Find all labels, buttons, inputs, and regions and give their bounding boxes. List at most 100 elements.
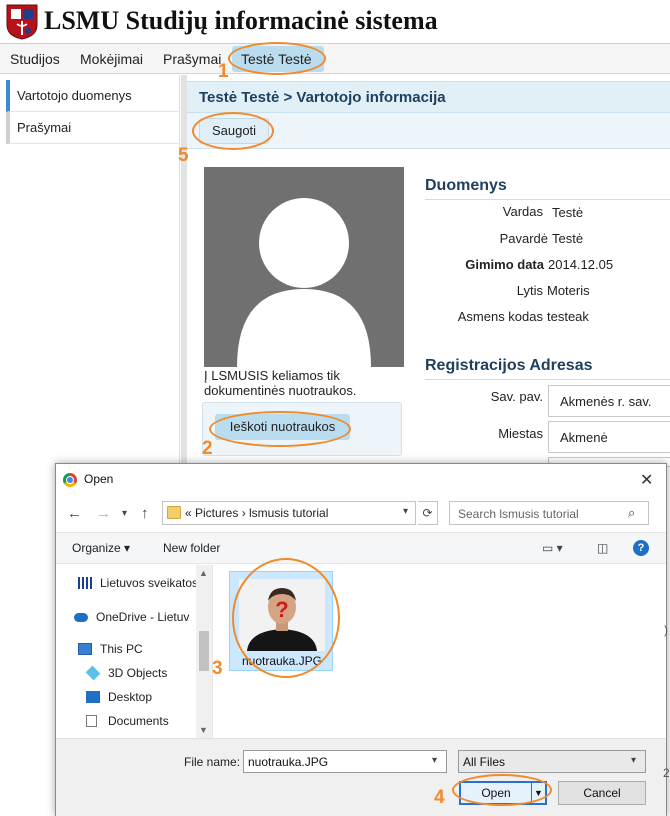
field-label-sav-pav: Sav. pav. xyxy=(490,389,543,404)
nav-label: Lietuvos sveikatos xyxy=(100,576,199,590)
page: LSMU Studijų informacinė sistema Studijo… xyxy=(0,0,670,816)
chevron-down-icon[interactable]: ▾ xyxy=(631,755,636,766)
sidebar-item-user-data[interactable]: Vartotojo duomenys xyxy=(6,80,180,112)
forward-arrow-icon[interactable]: → xyxy=(96,505,111,522)
nav-label: Desktop xyxy=(108,690,153,704)
help-icon[interactable]: ? xyxy=(633,540,649,556)
section-divider xyxy=(425,379,670,380)
browse-photo-button[interactable]: Ieškoti nuotraukos xyxy=(215,414,350,440)
field-label-gimimo-data: Gimimo data xyxy=(465,257,544,272)
filename-label: File name: xyxy=(184,755,241,769)
open-label: Open xyxy=(481,786,511,800)
sidebar-item-requests[interactable]: Prašymai xyxy=(6,112,180,144)
data-section-title: Duomenys xyxy=(425,177,507,194)
search-input[interactable]: Search lsmusis tutorial ⌕ xyxy=(449,501,649,525)
field-label-lytis: Lytis xyxy=(516,283,543,298)
field-value-pavarde: Testė xyxy=(552,231,584,246)
background-text-fragment: ) xyxy=(664,623,668,637)
breadcrumb-bar: Testė Testė > Vartotojo informacija xyxy=(187,81,670,113)
document-icon xyxy=(86,715,97,727)
file-type-select[interactable]: All Files ▾ xyxy=(458,750,646,773)
address-bar[interactable]: « Pictures › lsmusis tutorial ▾ xyxy=(162,501,416,525)
file-name: nuotrauka.JPG xyxy=(241,654,323,668)
scroll-thumb[interactable] xyxy=(199,631,209,671)
photo-note: Į LSMUSIS keliamos tik dokumentinės nuot… xyxy=(204,368,357,398)
nav-item-prasymai[interactable]: Prašymai xyxy=(163,51,221,67)
view-options-icon[interactable]: ▭ ▾ xyxy=(542,541,563,555)
scroll-down-icon[interactable]: ▼ xyxy=(199,725,208,735)
close-icon[interactable]: ✕ xyxy=(640,470,653,490)
dialog-titlebar: Open ✕ xyxy=(56,464,666,496)
sav-pav-field[interactable]: Akmenės r. sav. xyxy=(548,385,670,417)
section-divider xyxy=(425,199,670,200)
nav-label: 3D Objects xyxy=(108,666,168,680)
up-arrow-icon[interactable]: ↑ xyxy=(141,505,149,522)
back-arrow-icon[interactable]: ← xyxy=(67,505,82,522)
field-value-asmens-kodas: testeak xyxy=(547,309,589,324)
site-title: LSMU Studijų informacinė sistema xyxy=(44,6,438,35)
lsmu-logo-icon xyxy=(6,4,38,40)
nav-label: This PC xyxy=(100,642,143,656)
network-icon xyxy=(78,577,92,589)
annotation-number: 1 xyxy=(218,61,229,82)
file-type-value: All Files xyxy=(463,755,506,769)
field-value-vardas: Testė xyxy=(552,205,584,220)
desktop-icon xyxy=(86,691,100,703)
dialog-footer: File name: nuotrauka.JPG ▾ All Files ▾ O… xyxy=(56,738,666,816)
field-label-pavarde: Pavardė xyxy=(499,231,548,246)
file-thumbnail: ? xyxy=(239,579,325,651)
avatar-silhouette-icon xyxy=(237,198,371,367)
profile-photo-placeholder xyxy=(204,167,404,367)
scroll-up-icon[interactable]: ▲ xyxy=(199,568,208,578)
annotation-number: 2 xyxy=(202,438,213,459)
field-value-lytis: Moteris xyxy=(547,283,590,298)
computer-icon xyxy=(78,643,92,655)
address-section-title: Registracijos Adresas xyxy=(425,357,593,374)
chevron-down-icon[interactable]: ▾ xyxy=(403,506,408,517)
nav-item-user[interactable]: Testė Testė xyxy=(241,51,312,67)
svg-text:?: ? xyxy=(275,597,288,622)
open-dropdown-icon[interactable]: ▼ xyxy=(531,783,545,803)
miestas-field[interactable]: Akmenė xyxy=(548,421,670,453)
file-list: ? nuotrauka.JPG xyxy=(214,565,666,738)
cancel-button[interactable]: Cancel xyxy=(558,781,646,805)
nav-item-studijos[interactable]: Studijos xyxy=(10,51,60,67)
field-value-gimimo-data: 2014.12.05 xyxy=(548,257,614,272)
address-path: « Pictures › lsmusis tutorial xyxy=(185,506,329,520)
filename-input[interactable]: nuotrauka.JPG ▾ xyxy=(243,750,447,773)
command-bar: Organize ▾ New folder ▭ ▾ ◫ ? xyxy=(56,532,666,564)
annotation-number: 3 xyxy=(212,658,223,679)
field-label-vardas: Vardas xyxy=(502,204,543,219)
nav-label: OneDrive - Lietuv xyxy=(96,610,190,624)
chevron-down-icon[interactable]: ▾ xyxy=(432,755,437,766)
open-button[interactable]: Open ▼ xyxy=(459,781,547,805)
folder-icon xyxy=(167,506,181,519)
annotation-number: 4 xyxy=(434,787,445,808)
nav-item-mokejimai[interactable]: Mokėjimai xyxy=(80,51,143,67)
nav-label: Documents xyxy=(108,714,169,728)
filename-value: nuotrauka.JPG xyxy=(248,755,329,769)
preview-pane-icon[interactable]: ◫ xyxy=(597,541,608,555)
field-label-miestas: Miestas xyxy=(498,426,543,441)
navigation-pane: Lietuvos sveikatos OneDrive - Lietuv Thi… xyxy=(56,565,213,738)
scrollbar[interactable]: ▲ ▼ xyxy=(196,565,212,738)
chrome-icon xyxy=(63,473,77,487)
site-header: LSMU Studijų informacinė sistema xyxy=(0,0,670,44)
refresh-icon[interactable]: ⟳ xyxy=(418,501,438,525)
toolbar: Saugoti xyxy=(187,113,670,149)
recent-locations-chevron-icon[interactable]: ▾ xyxy=(122,508,127,519)
new-folder-button[interactable]: New folder xyxy=(163,541,220,555)
dialog-title: Open xyxy=(84,472,114,486)
open-file-dialog: Open ✕ ← → ▾ ↑ « Pictures › lsmusis tuto… xyxy=(55,463,667,816)
save-button[interactable]: Saugoti xyxy=(199,118,269,144)
upload-panel: Ieškoti nuotraukos xyxy=(202,402,402,456)
cloud-icon xyxy=(74,613,88,622)
annotation-number: 5 xyxy=(178,145,189,166)
background-text-fragment: 2 xyxy=(663,766,670,780)
organize-button[interactable]: Organize ▾ xyxy=(72,541,130,555)
file-item[interactable]: ? nuotrauka.JPG xyxy=(229,571,333,671)
search-placeholder: Search lsmusis tutorial xyxy=(458,507,579,521)
cube-icon xyxy=(85,665,101,681)
search-icon: ⌕ xyxy=(628,505,636,520)
person-photo-icon: ? xyxy=(239,579,325,651)
